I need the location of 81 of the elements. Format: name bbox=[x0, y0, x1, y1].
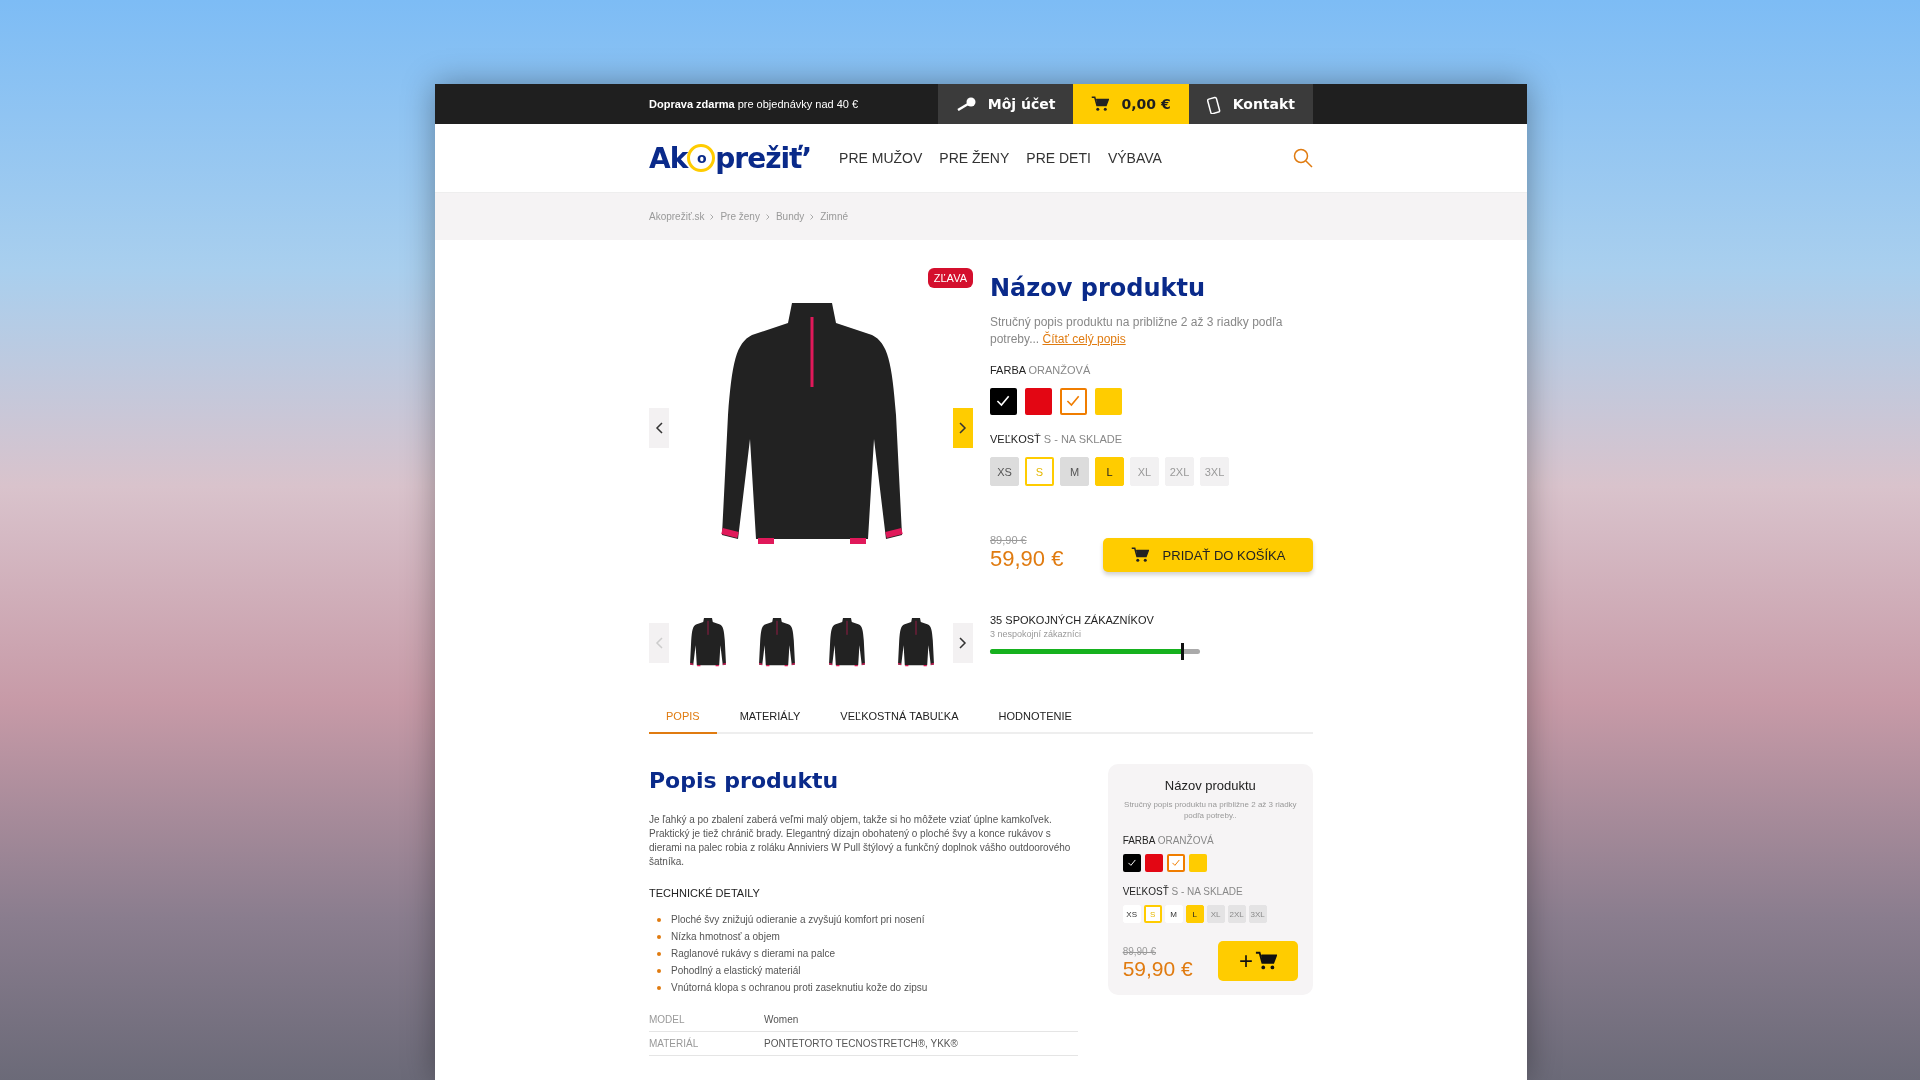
detail-item: Vnútorná klopa s ochranou proti zaseknutiu kože do zipsu bbox=[671, 981, 928, 995]
check-icon bbox=[1170, 858, 1181, 868]
cart-icon bbox=[1091, 95, 1110, 113]
bullet-icon bbox=[657, 917, 661, 922]
price: 59,90 € bbox=[990, 546, 1064, 572]
detail-item: Ploché švy znižujú odieranie a zvyšujú komfort pri nosení bbox=[671, 913, 925, 927]
color-swatch[interactable] bbox=[990, 388, 1017, 415]
color-value: ORANŽOVÁ bbox=[1028, 364, 1091, 376]
satisfied-customers-count: 35 SPOKOJNÝCH ZÁKAZNÍKOV bbox=[990, 614, 1155, 626]
chevron-left-icon bbox=[655, 637, 663, 649]
bullet-icon bbox=[657, 951, 661, 956]
nav-link[interactable]: PRE ŽENY bbox=[939, 150, 1010, 166]
color-swatch[interactable] bbox=[1166, 854, 1185, 872]
size-option[interactable]: XS bbox=[990, 457, 1019, 486]
shipping-note: Doprava zdarma pre objednávky nad 40 € bbox=[649, 98, 860, 110]
next-image-button[interactable] bbox=[953, 408, 973, 448]
color-swatch[interactable] bbox=[1060, 388, 1087, 415]
description-heading: Popis produktu bbox=[649, 768, 840, 793]
bullet-icon bbox=[657, 968, 661, 973]
tab[interactable]: MATERIÁLY bbox=[722, 700, 818, 734]
nav-link[interactable]: PRE MUŽOV bbox=[839, 150, 923, 166]
card-summary: Stručný popis produktu na približne 2 až 3 riadky podľa potreby.. bbox=[1123, 799, 1298, 821]
color-swatch[interactable] bbox=[1025, 388, 1052, 415]
size-value: S - NA SKLADE bbox=[1043, 433, 1123, 445]
site-logo[interactable]: Ak o prežiť’ bbox=[649, 141, 812, 175]
size-option[interactable]: M bbox=[1060, 457, 1089, 486]
nav-link[interactable]: VÝBAVA bbox=[1107, 150, 1162, 166]
account-button[interactable]: Môj účet bbox=[937, 84, 1074, 124]
bullet-icon bbox=[657, 985, 661, 990]
chevron-right-icon bbox=[710, 213, 715, 220]
color-label: FARBA bbox=[990, 364, 1026, 376]
phone-icon bbox=[1206, 94, 1221, 114]
cart-button[interactable]: 0,00 € bbox=[1073, 84, 1189, 124]
spec-value: Women bbox=[764, 1014, 800, 1025]
chevron-right-icon bbox=[959, 637, 967, 649]
detail-item: Raglanové rukávy s dierami na palce bbox=[671, 947, 835, 961]
tab[interactable]: HODNOTENIE bbox=[981, 700, 1089, 734]
size-value: S - NA SKLADE bbox=[1171, 886, 1243, 897]
product-title: Názov produktu bbox=[990, 274, 1207, 302]
spec-name: MODEL bbox=[649, 1014, 686, 1025]
key-icon bbox=[955, 97, 976, 111]
card-title: Názov produktu bbox=[1163, 778, 1257, 793]
size-option[interactable]: L bbox=[1185, 905, 1204, 923]
discount-badge: ZĽAVA bbox=[927, 268, 973, 288]
previous-image-button[interactable] bbox=[649, 408, 669, 448]
nav-link[interactable]: PRE DETI bbox=[1026, 150, 1091, 166]
spec-value: PONTETORTO TECNOSTRETCH®, YKK® bbox=[764, 1038, 959, 1049]
chevron-left-icon bbox=[655, 422, 663, 434]
detail-item: Nízka hmotnosť a objem bbox=[671, 930, 780, 944]
size-option[interactable]: XS bbox=[1122, 905, 1141, 923]
color-value: ORANŽOVÁ bbox=[1157, 835, 1214, 846]
price: 59,90 € bbox=[1122, 957, 1193, 981]
product-summary: Stručný popis produktu na približne 2 až 3 riadky podľa potreby... Čítať celý popis bbox=[990, 314, 1284, 348]
meter-handle bbox=[1181, 643, 1185, 660]
size-label: VEĽKOSŤ bbox=[990, 433, 1041, 445]
search-icon[interactable] bbox=[1293, 148, 1313, 168]
add-to-cart-button[interactable]: PRIDAŤ DO KOŠÍKA bbox=[1103, 538, 1313, 572]
unsatisfied-customers-count: 3 nespokojní zákazníci bbox=[990, 629, 1083, 639]
chevron-right-icon bbox=[959, 422, 967, 434]
check-icon bbox=[1126, 858, 1137, 868]
color-label: FARBA bbox=[1122, 835, 1155, 846]
size-option[interactable]: M bbox=[1164, 905, 1183, 923]
cart-icon bbox=[1130, 546, 1149, 564]
old-price: 89,90 € bbox=[1122, 946, 1157, 957]
size-option[interactable]: L bbox=[1095, 457, 1124, 486]
cart-icon bbox=[1255, 950, 1277, 972]
chevron-right-icon bbox=[765, 213, 770, 220]
add-to-cart-button[interactable]: + bbox=[1218, 941, 1298, 981]
contact-button[interactable]: Kontakt bbox=[1188, 84, 1313, 124]
details-heading: TECHNICKÉ DETAILY bbox=[649, 887, 761, 899]
bullet-icon bbox=[657, 934, 661, 939]
tab[interactable]: VEĽKOSTNÁ TABUĽKA bbox=[823, 700, 976, 734]
color-swatch[interactable] bbox=[1144, 854, 1163, 872]
spec-name: MATERIÁL bbox=[649, 1038, 700, 1049]
old-price: 89,90 € bbox=[990, 534, 1028, 546]
next-thumbnails-button[interactable] bbox=[953, 623, 973, 663]
description-text: Je ľahký a po zbalení zaberá veľmi malý objem, takže si ho môžete vziať úplne kamkoľvek. Praktický je tiež chránič brady. Elegantný dizajn obohatený o ploché švy a konce rukávov s dierami na palec robia z roláku Anniviers W Pull štýlový a funkčný doplnok vášho outdoorového šatníka. bbox=[649, 813, 1072, 869]
chevron-right-icon bbox=[810, 213, 815, 220]
color-swatch[interactable] bbox=[1122, 854, 1141, 872]
size-label: VEĽKOSŤ bbox=[1122, 886, 1169, 897]
detail-item: Pohodlný a elastický materiál bbox=[671, 964, 801, 978]
